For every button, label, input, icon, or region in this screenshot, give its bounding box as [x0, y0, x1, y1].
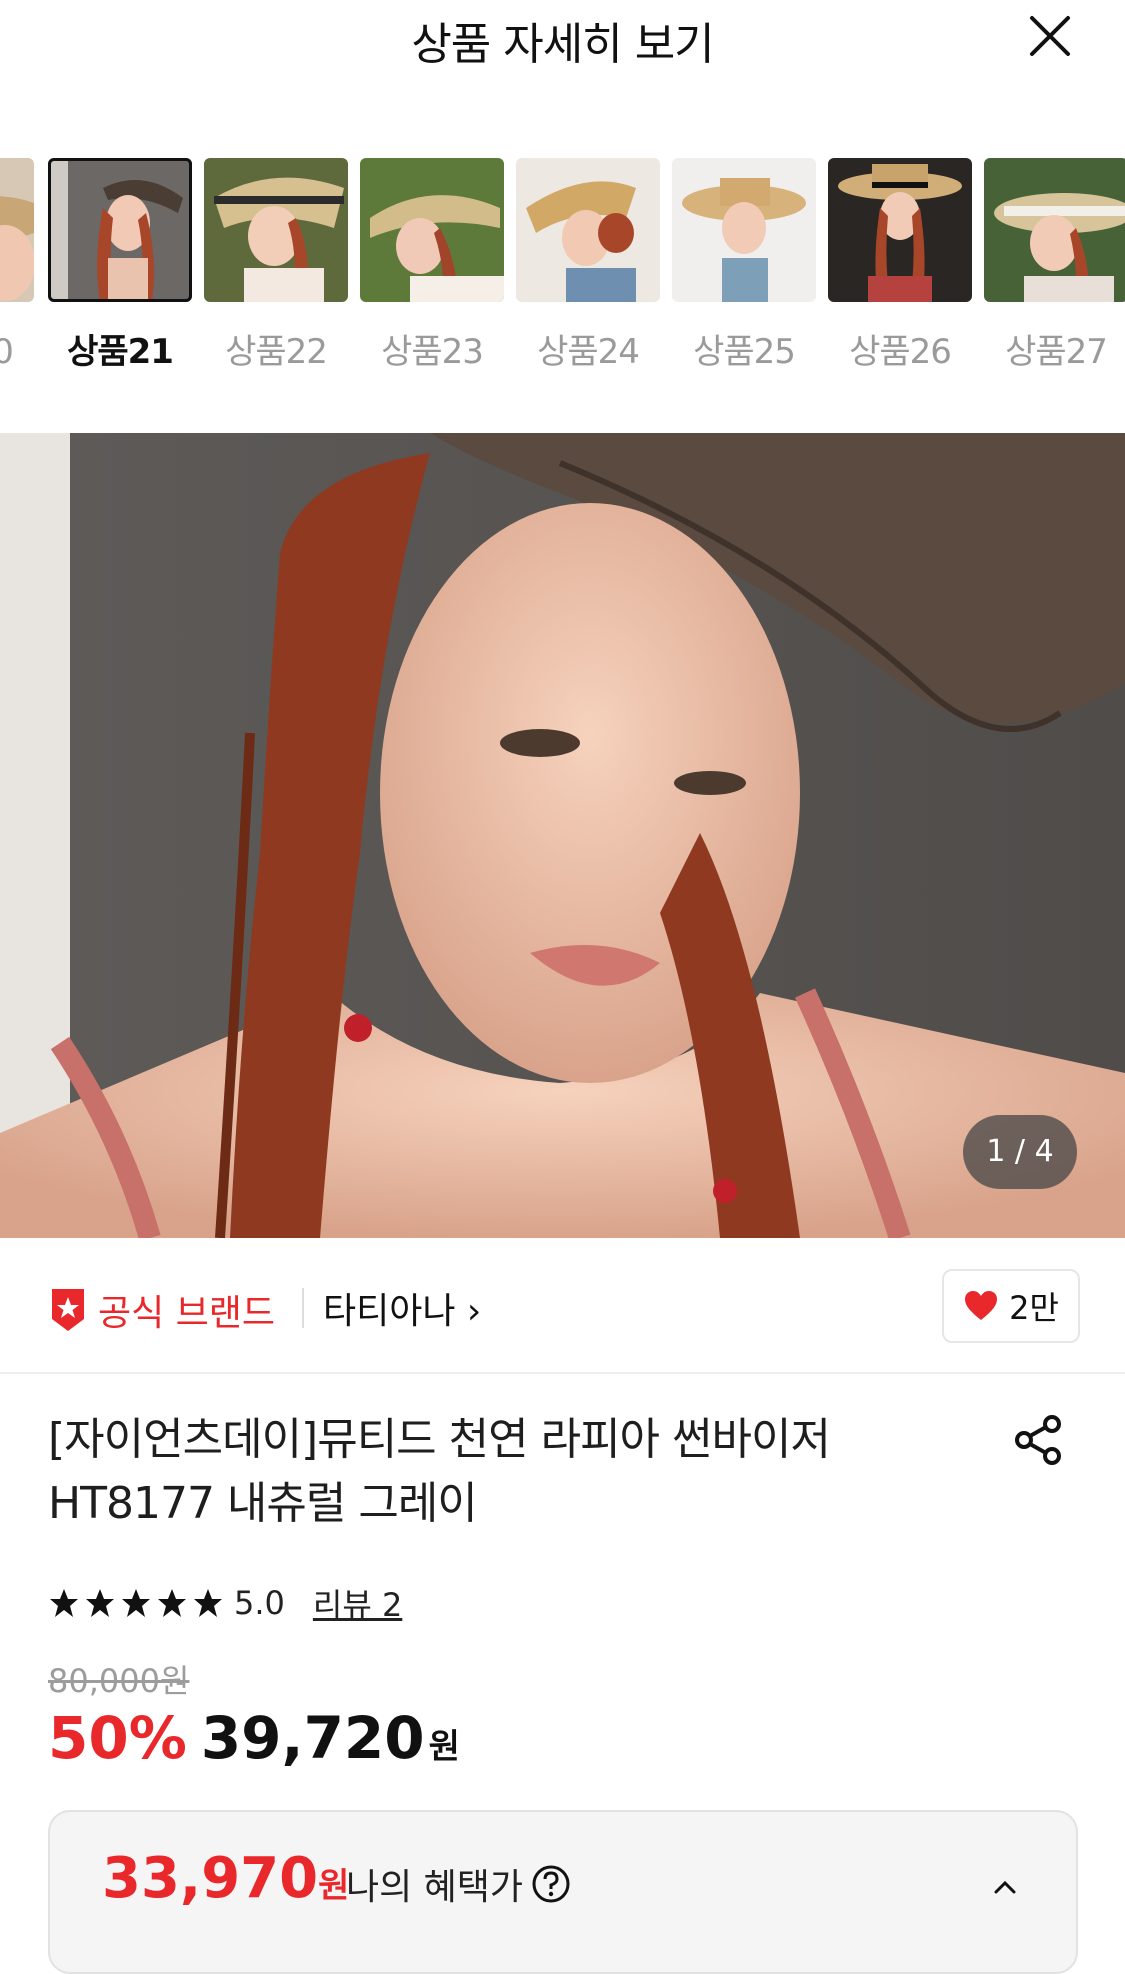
- rating-row: 5.0 리뷰 2: [48, 1580, 402, 1626]
- product-title-line1: [자이언츠데이]뮤티드 천연 라피아 썬바이저: [48, 1414, 831, 1465]
- heart-icon: [965, 1291, 998, 1320]
- star-icon: [194, 1589, 222, 1617]
- review-link[interactable]: 리뷰 2: [313, 1580, 402, 1626]
- shield-star-icon: [52, 1289, 84, 1331]
- my-benefit-panel[interactable]: 33,970원 나의 혜택가: [48, 1810, 1078, 1974]
- star-icon: [158, 1589, 186, 1617]
- thumbnail-label[interactable]: 상품23: [352, 324, 512, 368]
- thumbnail-label[interactable]: 상품20: [0, 324, 42, 368]
- chevron-up-icon[interactable]: [990, 1872, 1020, 1902]
- thumbnail-item[interactable]: [828, 158, 972, 302]
- benefit-price-value: 33,970: [102, 1846, 319, 1911]
- thumbnail-strip[interactable]: 상품20 상품21 상품22: [0, 158, 1125, 368]
- close-icon[interactable]: [1024, 10, 1076, 62]
- benefit-label-text: 나의 혜택가: [346, 1867, 524, 1908]
- thumbnail-item[interactable]: [204, 158, 348, 302]
- page-title: 상품 자세히 보기: [411, 19, 714, 70]
- brand-row: 공식 브랜드 타티아나 › 2만: [0, 1238, 1125, 1374]
- product-title-line2: HT8177 내츄럴 그레이: [48, 1478, 478, 1529]
- price-row: 50% 39,720 원: [48, 1704, 460, 1772]
- header: 상품 자세히 보기: [0, 0, 1125, 80]
- official-brand-label: 공식 브랜드: [98, 1293, 276, 1334]
- thumbnail-item[interactable]: [672, 158, 816, 302]
- thumbnail-label[interactable]: 상품25: [664, 324, 824, 368]
- thumbnail-item[interactable]: [360, 158, 504, 302]
- star-icon: [122, 1589, 150, 1617]
- thumbnail-label[interactable]: 상품27: [976, 324, 1125, 368]
- original-price: 80,000원: [48, 1662, 190, 1700]
- benefit-label: 나의 혜택가: [346, 1858, 571, 1910]
- thumbnail-label[interactable]: 상품24: [508, 324, 668, 368]
- price-unit: 원: [428, 1727, 460, 1767]
- thumbnail-item[interactable]: [516, 158, 660, 302]
- product-title: [자이언츠데이]뮤티드 천연 라피아 썬바이저 HT8177 내츄럴 그레이: [48, 1408, 928, 1536]
- rating-score: 5.0: [234, 1584, 285, 1622]
- thumbnail-item[interactable]: [984, 158, 1125, 302]
- brand-link[interactable]: 타티아나 ›: [323, 1282, 481, 1334]
- benefit-price-unit: 원: [318, 1866, 350, 1906]
- official-brand-badge[interactable]: 공식 브랜드: [48, 1284, 275, 1336]
- product-main-image[interactable]: [0, 433, 1125, 1238]
- sale-price: 39,720: [200, 1704, 425, 1772]
- image-counter: 1 / 4: [963, 1115, 1077, 1189]
- like-button[interactable]: 2만: [942, 1269, 1080, 1343]
- thumbnail-label[interactable]: 상품22: [196, 324, 356, 368]
- help-icon[interactable]: [531, 1864, 571, 1904]
- thumbnail-item-active[interactable]: [48, 158, 192, 302]
- divider: [302, 1288, 304, 1328]
- star-icon: [86, 1589, 114, 1617]
- like-count: 2만: [1009, 1289, 1059, 1327]
- thumbnail-label[interactable]: 상품26: [820, 324, 980, 368]
- benefit-price: 33,970원: [102, 1846, 349, 1911]
- star-rating: [48, 1587, 224, 1619]
- thumbnail-item[interactable]: [0, 158, 34, 302]
- discount-rate: 50%: [48, 1704, 187, 1772]
- star-icon: [50, 1589, 78, 1617]
- share-icon[interactable]: [1010, 1412, 1066, 1468]
- thumbnail-label-active[interactable]: 상품21: [40, 324, 200, 368]
